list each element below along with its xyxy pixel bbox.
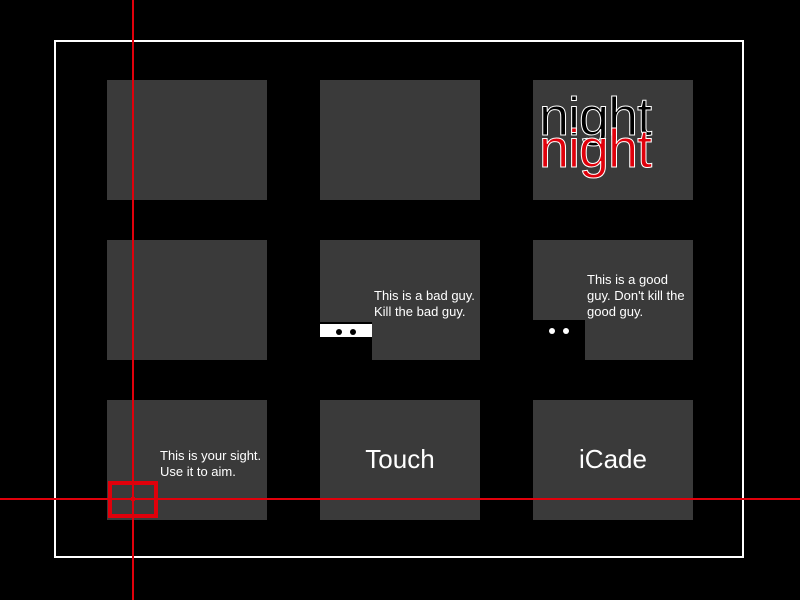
- bad-guy-instruction: This is a bad guy. Kill the bad guy.: [374, 288, 475, 319]
- sight-instruction: This is your sight. Use it to aim.: [160, 448, 262, 479]
- good-guy-left-eye: [549, 328, 555, 334]
- icade-mode-button[interactable]: iCade: [533, 400, 693, 520]
- good-guy-instruction: This is a good guy. Don't kill the good …: [587, 272, 685, 319]
- game-screen: night night This is a bad guy. Kill the …: [0, 0, 800, 600]
- tile-empty-2: [320, 80, 480, 200]
- crosshair-center-dot: [131, 497, 135, 501]
- tile-bad-guy: This is a bad guy. Kill the bad guy.: [320, 240, 480, 360]
- tile-empty-1: [107, 80, 267, 200]
- logo-word-bottom: night: [538, 119, 652, 179]
- night-logo: night night: [538, 86, 689, 196]
- bad-guy-mask-band: [320, 324, 372, 337]
- touch-mode-button[interactable]: Touch: [320, 400, 480, 520]
- good-guy-right-eye: [563, 328, 569, 334]
- tile-logo: night night: [533, 80, 693, 200]
- tile-empty-3: [107, 240, 267, 360]
- good-guy-icon: [533, 320, 585, 360]
- icade-mode-label: iCade: [579, 444, 647, 474]
- tile-good-guy: This is a good guy. Don't kill the good …: [533, 240, 693, 360]
- touch-mode-label: Touch: [365, 444, 435, 474]
- bad-guy-icon: [320, 322, 372, 360]
- bad-guy-right-eye: [350, 329, 356, 335]
- bad-guy-left-eye: [336, 329, 342, 335]
